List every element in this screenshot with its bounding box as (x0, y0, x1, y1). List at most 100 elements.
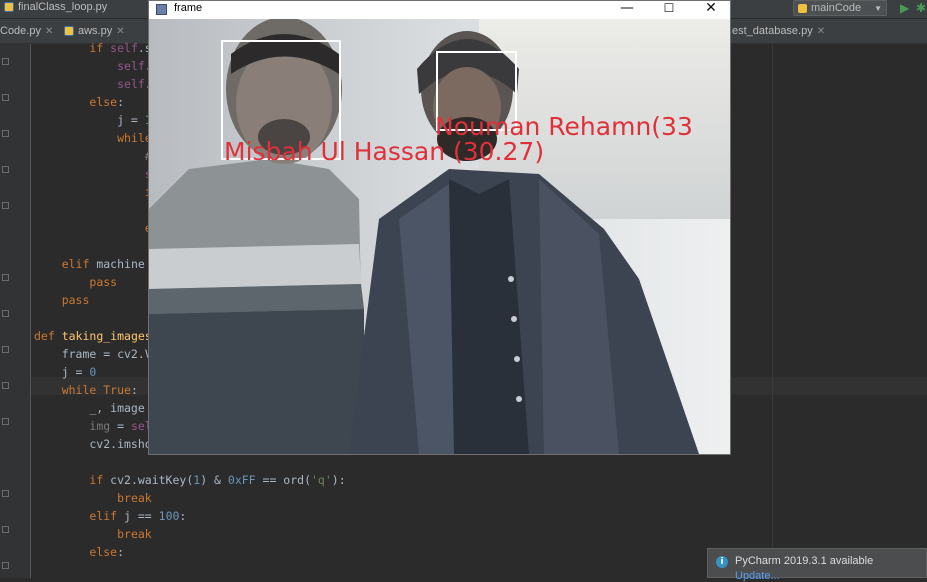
fold-marker-icon[interactable] (2, 166, 9, 173)
close-button[interactable]: ✕ (689, 0, 733, 18)
code-token: 'q' (311, 473, 332, 487)
notification-title: PyCharm 2019.3.1 available (735, 555, 874, 567)
fold-marker-icon[interactable] (2, 382, 9, 389)
python-file-icon (64, 26, 74, 36)
fold-marker-icon[interactable] (2, 526, 9, 533)
code-line: img = self (34, 417, 158, 435)
code-token: break (117, 491, 152, 505)
info-icon: i (716, 556, 728, 568)
update-link[interactable]: Update... (735, 570, 780, 582)
fold-marker-icon[interactable] (2, 418, 9, 425)
close-icon[interactable]: ✕ (116, 26, 124, 37)
code-token: cv2.imshow( (34, 437, 166, 451)
code-token: : (117, 95, 125, 109)
frame-title-bar[interactable]: frame — ☐ ✕ (149, 0, 733, 19)
maximize-button[interactable]: ☐ (647, 0, 691, 18)
fold-marker-icon[interactable] (2, 562, 9, 569)
code-line: pass (34, 291, 90, 309)
minimize-button[interactable]: — (605, 0, 649, 18)
fold-marker-icon[interactable] (2, 490, 9, 497)
code-token: ) & (200, 473, 228, 487)
code-token: : (130, 383, 138, 397)
code-token: def (34, 329, 62, 343)
code-token: cv2.waitKey( (110, 473, 194, 487)
code-token: if (89, 473, 111, 487)
code-token: ): (331, 473, 346, 487)
code-line: if self.s (34, 39, 151, 57)
tab-label: aws.py (78, 25, 113, 37)
code-token: = (110, 419, 131, 433)
python-file-icon (4, 2, 14, 12)
code-line: else: (34, 543, 124, 561)
webcam-frame: Nouman Rehamn(33 Misbah Ul Hassan (30.27… (149, 19, 730, 454)
run-icon[interactable]: ▶ (900, 1, 909, 15)
code-line: elif machine i (34, 255, 159, 273)
code-line: else: (34, 93, 124, 111)
code-token: img (89, 419, 111, 433)
code-token: self (117, 59, 145, 73)
code-token: _, image = (34, 401, 166, 415)
update-notification[interactable]: i PyCharm 2019.3.1 available Update... (707, 548, 927, 582)
fold-marker-icon[interactable] (2, 346, 9, 353)
fold-marker-icon[interactable] (2, 130, 9, 137)
code-token: j = (34, 365, 90, 379)
code-token: if (89, 41, 111, 55)
code-line: self.d (34, 57, 159, 75)
code-token: 100 (158, 509, 180, 523)
code-line: elif j == 100: (34, 507, 186, 525)
python-run-icon (798, 3, 807, 13)
code-token: True (103, 383, 131, 397)
fold-marker-icon[interactable] (2, 58, 9, 65)
fold-marker-icon[interactable] (2, 310, 9, 317)
code-token: while (61, 383, 104, 397)
fold-marker-icon[interactable] (2, 274, 9, 281)
close-icon[interactable]: ✕ (45, 26, 53, 37)
ide-file-title: finalClass_loop.py (4, 1, 107, 13)
code-token: : (117, 545, 125, 559)
code-line: while (34, 129, 152, 147)
code-line: self.s (34, 75, 159, 93)
code-line: if (34, 183, 159, 201)
code-line: while True: (34, 381, 138, 399)
run-config-dropdown[interactable]: mainCode ▼ (793, 0, 887, 16)
code-line: break (34, 489, 152, 507)
code-line: frame = cv2.Vi (34, 345, 159, 363)
frame-window: frame — ☐ ✕ Nouman Rehamn(33 Misbah Ul H… (148, 0, 731, 455)
debug-icon[interactable]: ✱ (916, 1, 926, 15)
ide-file-title-text: finalClass_loop.py (18, 1, 108, 13)
code-line: # (34, 147, 152, 165)
code-token: self (110, 41, 138, 55)
frame-title: frame (174, 2, 203, 14)
code-token: elif (61, 257, 97, 271)
tab-label: Code.py (0, 25, 41, 37)
code-line: if cv2.waitKey(1) & 0xFF == ord('q'): (34, 471, 346, 489)
fold-marker-icon[interactable] (2, 202, 9, 209)
code-line: j = 0 (34, 363, 97, 381)
fold-marker-icon[interactable] (2, 94, 9, 101)
code-token: j == (124, 509, 159, 523)
code-token: : (179, 509, 187, 523)
close-icon[interactable]: ✕ (817, 26, 825, 37)
code-token: pass (89, 275, 118, 289)
code-token: 0xFF (227, 473, 256, 487)
chevron-down-icon: ▼ (874, 3, 882, 13)
code-line: el (34, 219, 159, 237)
tab-test-database[interactable]: est_database.py ✕ (732, 19, 825, 43)
code-token: frame = cv2.Vi (34, 347, 159, 361)
